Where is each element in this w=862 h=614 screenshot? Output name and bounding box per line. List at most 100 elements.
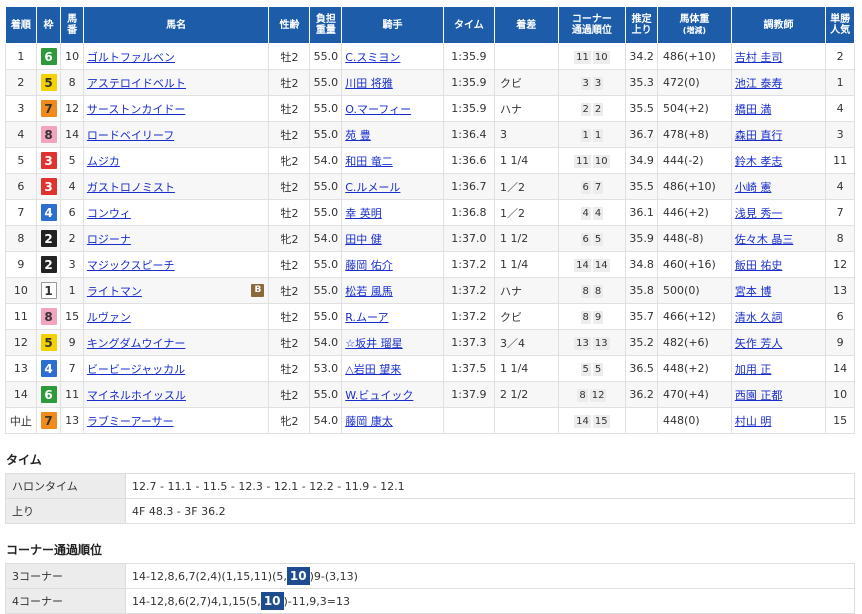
- trainer-link[interactable]: 矢作 芳人: [735, 337, 783, 350]
- horse-link[interactable]: ライトマン: [87, 285, 142, 298]
- header-weight: 負担 重量: [309, 6, 343, 44]
- umaban-cell: 13: [60, 407, 84, 434]
- trainer-link[interactable]: 清水 久詞: [735, 311, 783, 324]
- sexage-cell: 牡2: [268, 303, 311, 330]
- margin-cell: クビ: [494, 69, 559, 96]
- horse-link[interactable]: ロードベイリーフ: [87, 129, 174, 142]
- horse-link[interactable]: キングダムウイナー: [87, 337, 185, 350]
- trainer-link[interactable]: 鈴木 孝志: [735, 155, 783, 168]
- weight-cell: 54.0: [309, 225, 343, 252]
- jockey-cell: 川田 将雅: [341, 69, 444, 96]
- time-cell: 1:37.9: [442, 381, 496, 408]
- corner-pos: 9: [592, 310, 604, 324]
- margin-cell: 1 1/4: [494, 147, 559, 174]
- sexage-cell: 牝2: [268, 407, 311, 434]
- horse-cell: ビービージャッカル: [82, 355, 270, 382]
- corner-pos: 10: [592, 50, 610, 64]
- pop-cell: 15: [825, 407, 855, 434]
- corner-pos: 6: [580, 180, 591, 194]
- umaban-cell: 6: [60, 199, 84, 226]
- corner-pos: 13: [592, 336, 610, 350]
- pop-cell: 1: [825, 69, 855, 96]
- corner-pos: 5: [592, 362, 604, 376]
- trainer-link[interactable]: 吉村 圭司: [735, 51, 783, 64]
- trainer-link[interactable]: 加用 正: [735, 363, 772, 376]
- jockey-link[interactable]: W.ビュイック: [345, 389, 413, 402]
- margin-cell: [494, 43, 559, 70]
- jockey-cell: 幸 英明: [341, 199, 444, 226]
- weight-cell: 55.0: [309, 199, 343, 226]
- header-row: 着順 枠 馬番 馬名 性齢 負担 重量 騎手 タイム 着差 コーナー 通過順位 推定…: [5, 6, 855, 44]
- jockey-link[interactable]: C.ルメール: [345, 181, 400, 194]
- jockey-link[interactable]: 和田 竜二: [345, 155, 393, 168]
- waku-badge: 7: [40, 100, 57, 117]
- rank-cell: 10: [5, 277, 37, 304]
- pop-cell: 11: [825, 147, 855, 174]
- horse-link[interactable]: ビービージャッカル: [87, 363, 185, 376]
- hweight-cell: 460(+16): [657, 251, 732, 278]
- pop-cell: 10: [825, 381, 855, 408]
- waku-cell: 2: [35, 251, 62, 278]
- rank-cell: 9: [5, 251, 37, 278]
- header-jockey: 騎手: [341, 6, 444, 44]
- table-row: 6 3 4 ガストロノミスト 牡2 55.0 C.ルメール 1:36.7 1／2 6 7 35.5 48…: [5, 173, 855, 200]
- trainer-link[interactable]: 小崎 憲: [735, 181, 772, 194]
- corner-row-value: 14-12,8,6,7(2,4)(1,15,11)(5, 10)9-(3,13): [125, 563, 855, 589]
- horse-link[interactable]: ムジカ: [87, 155, 120, 168]
- jockey-link[interactable]: 幸 英明: [345, 207, 382, 220]
- jockey-link[interactable]: 藤岡 康太: [345, 415, 393, 428]
- trainer-link[interactable]: 西園 正都: [735, 389, 783, 402]
- jockey-link[interactable]: 田中 健: [345, 233, 382, 246]
- horse-link[interactable]: ガストロノミスト: [87, 181, 175, 194]
- jockey-link[interactable]: R.ムーア: [345, 311, 388, 324]
- jockey-link[interactable]: C.スミヨン: [345, 51, 400, 64]
- horse-link[interactable]: アステロイドベルト: [87, 77, 186, 90]
- jockey-link[interactable]: 松若 風馬: [345, 285, 393, 298]
- horse-link[interactable]: ルヴァン: [87, 311, 131, 324]
- trainer-link[interactable]: 飯田 祐史: [735, 259, 783, 272]
- rank-cell: 7: [5, 199, 37, 226]
- jockey-link[interactable]: 川田 将雅: [345, 77, 393, 90]
- horse-link[interactable]: コンウィ: [87, 207, 131, 220]
- horse-link[interactable]: ゴルトファルベン: [87, 51, 175, 64]
- jockey-link[interactable]: O.マーフィー: [345, 103, 411, 116]
- table-row: 中止 7 13 ラブミーアーサー 牝2 54.0 藤岡 康太 14 15 448(0) 村山 明 15: [5, 407, 855, 434]
- jockey-link[interactable]: ☆坂井 瑠星: [345, 337, 402, 350]
- header-hweight-1: 馬体重: [679, 14, 710, 25]
- weight-cell: 54.0: [309, 147, 343, 174]
- rank-cell: 4: [5, 121, 37, 148]
- horse-link[interactable]: マジックスピーチ: [87, 259, 175, 272]
- corner-pos: 11: [574, 50, 591, 64]
- horse-link[interactable]: マイネルホイッスル: [87, 389, 186, 402]
- waku-cell: 8: [35, 303, 62, 330]
- hweight-cell: 466(+12): [657, 303, 732, 330]
- trainer-link[interactable]: 池江 泰寿: [735, 77, 783, 90]
- header-umaban-2: 番: [67, 25, 78, 36]
- time-row: ハロンタイム 12.7 - 11.1 - 11.5 - 12.3 - 12.1 …: [5, 473, 855, 499]
- corner-cell: 14 15: [557, 407, 627, 434]
- trainer-link[interactable]: 浅見 秀一: [735, 207, 783, 220]
- jockey-link[interactable]: 苑 豊: [345, 129, 371, 142]
- trainer-link[interactable]: 宮本 博: [735, 285, 772, 298]
- corner-cell: 33: [557, 69, 627, 96]
- trainer-link[interactable]: 森田 直行: [735, 129, 783, 142]
- umaban-cell: 14: [60, 121, 84, 148]
- jockey-link[interactable]: △岩田 望来: [345, 363, 401, 376]
- horse-link[interactable]: ラブミーアーサー: [87, 415, 174, 428]
- umaban-cell: 5: [60, 147, 84, 174]
- margin-cell: クビ: [494, 303, 559, 330]
- rank-cell: 11: [5, 303, 37, 330]
- horse-link[interactable]: サーストンカイドー: [87, 103, 185, 116]
- trainer-link[interactable]: 橋田 満: [735, 103, 772, 116]
- time-row-label: 上り: [5, 498, 126, 524]
- jockey-link[interactable]: 藤岡 佑介: [345, 259, 393, 272]
- time-cell: 1:37.2: [442, 303, 496, 330]
- corner-cell: 55: [557, 355, 627, 382]
- corner-row-label: 3コーナー: [5, 563, 126, 589]
- trainer-link[interactable]: 佐々木 晶三: [735, 233, 794, 246]
- trainer-link[interactable]: 村山 明: [735, 415, 772, 428]
- horse-link[interactable]: ロジーナ: [87, 233, 131, 246]
- trainer-cell: 橋田 満: [730, 95, 827, 122]
- sexage-cell: 牡2: [268, 381, 311, 408]
- trainer-cell: 村山 明: [730, 407, 827, 434]
